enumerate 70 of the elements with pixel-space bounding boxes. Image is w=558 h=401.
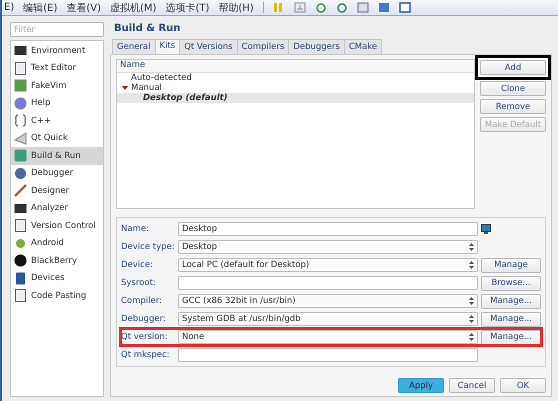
window-icon[interactable]	[356, 2, 369, 13]
combo-box[interactable]: Local PC (default for Desktop)	[178, 258, 478, 272]
tab[interactable]: Kits	[154, 39, 180, 54]
dialog-button[interactable]: Apply	[398, 378, 444, 393]
updown-arrows-icon	[469, 261, 474, 269]
dialog-button[interactable]: OK	[500, 378, 546, 393]
text-field[interactable]	[178, 276, 478, 290]
category-item[interactable]: Help	[11, 94, 103, 112]
updown-arrows-icon	[469, 315, 474, 323]
field-label: Debugger:	[121, 314, 167, 324]
tab[interactable]: Qt Versions	[179, 39, 238, 54]
category-item[interactable]: Android	[11, 234, 103, 252]
menu-item[interactable]: 选项卡(T)	[165, 0, 210, 14]
tree-item[interactable]: Manual	[117, 83, 474, 93]
menu-item[interactable]: 帮助(H)	[218, 0, 254, 14]
monitor-icon	[14, 44, 27, 58]
help-icon	[14, 96, 27, 110]
category-item[interactable]: BlackBerry	[11, 252, 103, 270]
field-label: Name:	[121, 224, 150, 234]
category-item[interactable]: C++	[11, 112, 103, 130]
field-label: Device:	[121, 260, 154, 270]
manage-button[interactable]: Manage...	[481, 312, 541, 326]
manage-button[interactable]: Manage...	[481, 330, 541, 344]
field-label: Sysroot:	[121, 278, 157, 288]
menu-item[interactable]: 虚拟机(M)	[110, 0, 156, 14]
menu-item[interactable]: E)	[4, 2, 14, 13]
text-field[interactable]	[178, 348, 478, 362]
dialog-button[interactable]: Cancel	[449, 378, 495, 393]
field-label: Compiler:	[121, 296, 163, 306]
menu-item[interactable]: 编辑(E)	[23, 0, 58, 14]
category-item[interactable]: Environment	[11, 42, 103, 60]
display-icon[interactable]	[398, 2, 411, 13]
combo-box[interactable]: GCC (x86 32bit in /usr/bin)	[178, 294, 478, 308]
category-item[interactable]: Qt Quick	[11, 130, 103, 147]
kit-button[interactable]: Clone	[480, 81, 546, 96]
manage-button[interactable]: Manage	[481, 258, 541, 272]
category-item[interactable]: Text Editor	[11, 60, 103, 77]
tab[interactable]: Compilers	[236, 39, 290, 54]
kit-button[interactable]: Remove	[480, 99, 546, 114]
manage-button[interactable]: Browse...	[481, 276, 541, 290]
updown-arrows-icon	[469, 333, 474, 341]
monitor-icon[interactable]	[481, 224, 491, 234]
category-item[interactable]: Devices	[11, 270, 103, 287]
field-label: Device type:	[121, 242, 175, 252]
category-item[interactable]: Code Pasting	[11, 287, 103, 304]
text-field[interactable]: Desktop	[178, 222, 478, 236]
updown-arrows-icon	[469, 243, 474, 251]
category-item[interactable]: Version Control	[11, 217, 103, 234]
category-item[interactable]: Designer	[11, 182, 103, 200]
menu-item[interactable]: 查看(V)	[66, 0, 102, 14]
kit-button[interactable]: Add	[480, 60, 546, 75]
combo-box[interactable]: Desktop	[178, 240, 478, 254]
combo-box[interactable]: None	[178, 330, 478, 344]
tree-item[interactable]: Desktop (default)	[117, 93, 474, 103]
category-item[interactable]: Build & Run	[11, 147, 103, 164]
column-header: Name	[117, 60, 474, 73]
tab[interactable]: Debuggers	[288, 39, 345, 54]
category-item[interactable]: Debugger	[11, 164, 103, 182]
filter-field[interactable]: Filter	[10, 22, 104, 37]
category-item[interactable]: FakeVim	[11, 77, 103, 94]
tab[interactable]: General	[112, 39, 156, 54]
tree-item[interactable]: Auto-detected	[117, 73, 474, 83]
category-item[interactable]: Analyzer	[11, 200, 103, 217]
updown-arrows-icon	[469, 297, 474, 305]
fullscreen-icon[interactable]	[378, 2, 390, 13]
page-title: Build & Run	[113, 22, 182, 36]
manage-button[interactable]: Manage...	[481, 294, 541, 308]
field-label: Qt mkspec:	[121, 350, 171, 360]
combo-box[interactable]: System GDB at /usr/bin/gdb	[178, 312, 478, 326]
tab[interactable]: CMake	[344, 39, 382, 54]
